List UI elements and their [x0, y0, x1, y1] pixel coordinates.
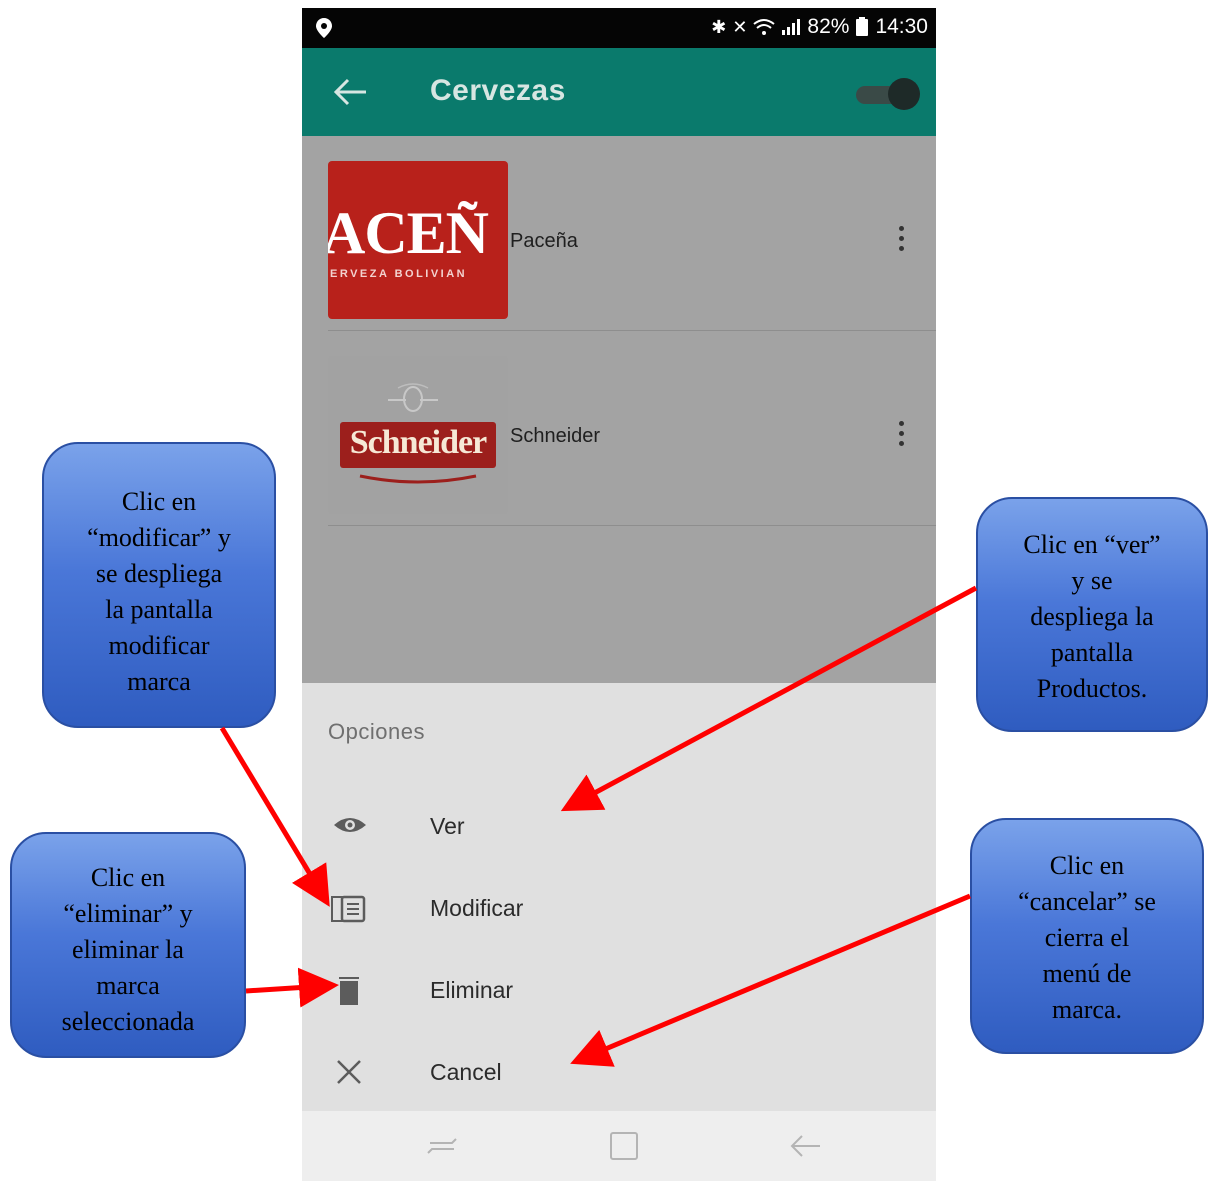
- option-cancel[interactable]: Cancel: [302, 1035, 936, 1113]
- home-icon[interactable]: [604, 1129, 644, 1163]
- callout-ver: Clic en “ver” y se despliega la pantalla…: [976, 497, 1208, 732]
- brand-name: Paceña: [510, 230, 578, 252]
- option-label: Eliminar: [430, 977, 514, 1003]
- recent-apps-icon[interactable]: [422, 1129, 462, 1163]
- status-bar: ✱ ✕ 82% 14:30: [302, 8, 936, 48]
- close-icon: [337, 1060, 361, 1084]
- list-item-schneider[interactable]: Schneider Schneider: [328, 331, 936, 526]
- back-icon[interactable]: [786, 1129, 826, 1163]
- callout-eliminar: Clic en “eliminar” y eliminar la marca s…: [10, 832, 246, 1058]
- callout-modificar: Clic en “modificar” y se despliega la pa…: [42, 442, 276, 728]
- callout-cancelar: Clic en “cancelar” se cierra el menú de …: [970, 818, 1204, 1054]
- more-vert-icon[interactable]: [896, 421, 906, 451]
- status-indicators: ✱ ✕ 82% 14:30: [711, 15, 928, 39]
- back-arrow-icon[interactable]: [332, 76, 368, 108]
- signal-icon: [782, 19, 801, 35]
- more-vert-icon[interactable]: [896, 226, 906, 256]
- options-bottom-sheet: Opciones Ver Modificar Eliminar Cancel: [302, 683, 936, 1111]
- brand-list: ACEÑ ERVEZA BOLIVIAN Paceña Schneider Sc…: [302, 136, 936, 526]
- list-item-pacena[interactable]: ACEÑ ERVEZA BOLIVIAN Paceña: [328, 136, 936, 331]
- system-nav-bar: [302, 1111, 936, 1181]
- app-bar: Cervezas: [302, 48, 936, 136]
- edit-document-icon: [331, 895, 366, 923]
- mute-icon: ✕: [732, 16, 748, 37]
- clock: 14:30: [875, 15, 928, 38]
- pacena-logo: ACEÑ ERVEZA BOLIVIAN: [328, 161, 508, 319]
- option-label: Cancel: [430, 1059, 502, 1085]
- toggle-switch[interactable]: [854, 78, 920, 110]
- option-modificar[interactable]: Modificar: [302, 871, 936, 949]
- page-title: Cervezas: [430, 74, 566, 107]
- option-eliminar[interactable]: Eliminar: [302, 953, 936, 1031]
- location-icon: [316, 18, 332, 38]
- option-label: Modificar: [430, 895, 524, 921]
- sheet-title: Opciones: [328, 719, 425, 744]
- toggle-thumb: [888, 78, 920, 110]
- battery-icon: [856, 17, 869, 36]
- brand-name: Schneider: [510, 425, 601, 447]
- wifi-icon: [753, 19, 776, 35]
- option-ver[interactable]: Ver: [302, 789, 936, 867]
- eye-icon: [334, 818, 366, 832]
- phone-screen: ✱ ✕ 82% 14:30 Cervezas ACEÑ ERVEZA BOLIV…: [302, 8, 936, 1181]
- battery-percent: 82%: [807, 15, 850, 38]
- schneider-logo: Schneider: [328, 356, 508, 514]
- option-label: Ver: [430, 813, 465, 839]
- trash-icon: [339, 977, 359, 1005]
- bluetooth-icon: ✱: [711, 16, 727, 37]
